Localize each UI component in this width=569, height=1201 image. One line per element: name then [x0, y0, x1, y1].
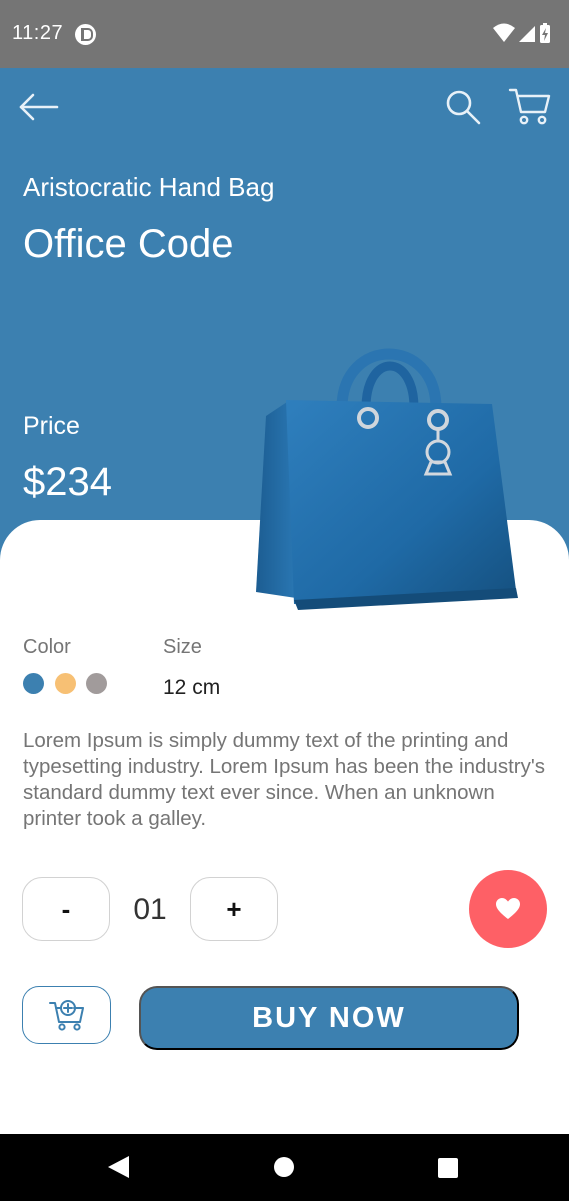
back-button[interactable]: [18, 90, 60, 124]
color-swatch-gray[interactable]: [86, 673, 107, 694]
favorite-button[interactable]: [469, 870, 547, 948]
product-image: [256, 348, 518, 610]
cart-icon: [508, 88, 551, 125]
quantity-decrease-button[interactable]: -: [22, 877, 110, 941]
nav-home-icon[interactable]: [274, 1157, 294, 1177]
cart-button[interactable]: [508, 86, 552, 126]
size-label: Size: [163, 636, 202, 658]
status-bar: 11:27: [0, 0, 569, 68]
wifi-icon: [493, 23, 515, 42]
signal-icon: [519, 26, 535, 42]
product-subtitle: Aristocratic Hand Bag: [23, 172, 275, 202]
cart-add-icon: [48, 1000, 84, 1031]
status-icons: [493, 23, 550, 43]
add-to-cart-button[interactable]: [22, 986, 111, 1044]
buy-now-button[interactable]: BUY NOW: [139, 986, 519, 1050]
quantity-value: 01: [133, 893, 167, 926]
quantity-increase-button[interactable]: +: [190, 877, 278, 941]
nav-back-icon[interactable]: [108, 1156, 129, 1178]
color-swatch-blue[interactable]: [23, 673, 44, 694]
status-time: 11:27: [12, 22, 64, 44]
price-value: $234: [23, 460, 112, 504]
product-title: Office Code: [23, 222, 234, 266]
product-description: Lorem Ipsum is simply dummy text of the …: [23, 729, 545, 830]
battery-icon: [540, 23, 550, 43]
heart-icon: [496, 898, 520, 919]
search-icon: [446, 90, 481, 125]
app-notification-icon: [75, 24, 96, 45]
price-label: Price: [23, 412, 80, 440]
color-label: Color: [23, 636, 71, 658]
color-swatch-orange[interactable]: [55, 673, 76, 694]
size-value: 12 cm: [163, 676, 221, 699]
arrow-left-icon: [19, 93, 59, 121]
search-button[interactable]: [444, 88, 482, 126]
nav-recents-icon[interactable]: [438, 1158, 458, 1178]
